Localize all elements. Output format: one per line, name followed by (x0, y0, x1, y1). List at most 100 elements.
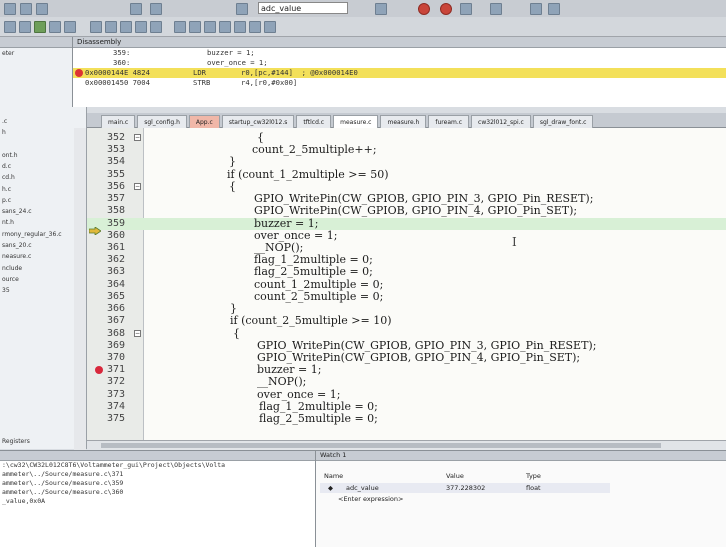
step-out-icon[interactable] (64, 20, 76, 33)
editor-vertical-scrollbar[interactable] (74, 128, 86, 450)
call-stack-icon[interactable] (150, 20, 162, 33)
step-into-icon[interactable] (34, 20, 46, 33)
code-line[interactable]: 363 flag_2_5multiple = 0; (87, 266, 726, 278)
line-number: 360 (107, 229, 126, 241)
system-viewer-icon[interactable] (249, 20, 261, 33)
output-line: :\cw32\CW32L012C8T6\Voltammeter_gui\Proj… (2, 461, 226, 469)
code-editor[interactable]: I 352−{353 count_2_5multiple++; 354} 355 if … (87, 128, 726, 440)
disassembly-current-line[interactable]: 0x0000144E 4824 LDR r0,[pc,#144] ; @0x0000… (73, 68, 726, 78)
target-icon[interactable] (236, 3, 248, 15)
expand-icon[interactable]: ◆ (328, 484, 333, 492)
menu-toolbar: adc_value (0, 0, 726, 18)
tab-file[interactable]: measure.h (380, 115, 427, 129)
code-line[interactable]: 361 __NOP(); (87, 241, 726, 254)
command-panel-header (0, 451, 315, 461)
watch-row[interactable]: ◆ adc_value 377.228302 float (320, 483, 610, 493)
code-text: over_once = 1; (257, 387, 341, 401)
disassembly-window-icon[interactable] (105, 20, 117, 33)
tab-file[interactable]: fuream.c (428, 115, 470, 129)
project-tree-item[interactable]: .c (0, 116, 86, 127)
code-line[interactable]: 362 flag_1_2multiple = 0; (87, 254, 726, 266)
code-line[interactable]: 359 buzzer = 1; (87, 217, 726, 236)
find-combo[interactable]: adc_value (258, 2, 348, 14)
watch-enter-expression[interactable]: <Enter expression> (338, 495, 403, 503)
code-line[interactable]: 368− { (87, 327, 726, 340)
serial-window-icon[interactable] (204, 20, 216, 33)
code-line[interactable]: 373 over_once = 1; (87, 387, 726, 401)
breakpoint-icon[interactable] (418, 3, 430, 15)
editor-tabs: main.c sgl_config.h App.c startup_cw32l012.… (87, 113, 726, 129)
code-line[interactable]: 352 − { (87, 132, 726, 144)
code-line[interactable]: 354} (87, 156, 726, 168)
code-text: flag_2_5multiple = 0; (259, 412, 378, 426)
registers-tab[interactable]: Registers (0, 436, 30, 447)
trace-window-icon[interactable] (234, 20, 246, 33)
line-number: 352 (107, 132, 126, 143)
command-output-panel: :\cw32\CW32L012C8T6\Voltammeter_gui\Proj… (0, 450, 315, 547)
code-line[interactable]: 374 flag_1_2multiple = 0; (87, 400, 726, 413)
line-number: 369 (107, 339, 126, 351)
watch-row[interactable]: <Enter expression> (320, 494, 610, 504)
fold-toggle-icon[interactable]: − (134, 329, 141, 337)
line-number: 371 (107, 364, 126, 376)
watch-value[interactable]: 377.228302 (446, 484, 485, 492)
breakpoint-icon[interactable] (95, 366, 103, 375)
code-line[interactable]: 375 flag_2_5multiple = 0; (87, 413, 726, 425)
line-number: 374 (107, 400, 126, 412)
code-line[interactable]: 364 count_1_2multiple = 0; (87, 278, 726, 291)
memory-window-icon[interactable] (189, 20, 201, 33)
tab-file[interactable]: startup_cw32l012.s (221, 115, 295, 129)
code-line[interactable]: 367 if (count_2_5multiple >= 10) (87, 315, 726, 327)
fold-toggle-icon[interactable]: − (134, 134, 141, 141)
debug-icon[interactable] (375, 3, 387, 15)
line-number: 358 (107, 205, 126, 217)
code-line[interactable]: 365 count_2_5multiple = 0; (87, 290, 726, 303)
save-icon[interactable] (36, 3, 48, 15)
tab-file[interactable]: sgl_config.h (137, 115, 187, 129)
toolbox-icon[interactable] (264, 20, 276, 33)
command-window-icon[interactable] (90, 20, 102, 33)
tab-file[interactable]: measure.c (333, 115, 379, 129)
reset-icon[interactable] (4, 20, 16, 33)
bookmark-icon[interactable] (150, 3, 162, 15)
analysis-window-icon[interactable] (219, 20, 231, 33)
view-icon[interactable] (490, 3, 502, 15)
disassembly-line[interactable]: 0x00001450 7004 STRB r4,[r0,#0x00] (73, 78, 726, 88)
current-instruction-icon (75, 69, 83, 77)
registers-window-icon[interactable] (135, 20, 147, 33)
tab-file[interactable]: App.c (188, 115, 220, 129)
tab-file[interactable]: main.c (101, 115, 136, 129)
symbols-window-icon[interactable] (120, 20, 132, 33)
code-line[interactable]: 358 GPIO_WritePin(CW_GPIOB, GPIO_PIN_4, G… (87, 205, 726, 217)
code-line[interactable]: 372 __NOP(); (87, 376, 726, 388)
step-icon[interactable] (460, 3, 472, 15)
step-over-icon[interactable] (49, 20, 61, 33)
line-number: 368 (107, 327, 126, 339)
code-line[interactable]: 371 buzzer = 1; (87, 364, 726, 376)
watch-window-icon[interactable] (174, 20, 186, 33)
code-text: flag_2_5multiple = 0; (254, 265, 373, 279)
find-icon[interactable] (130, 3, 142, 15)
code-line[interactable]: 355 if (count_1_2multiple >= 50) (87, 168, 726, 181)
tab-file[interactable]: tftlcd.c (296, 115, 332, 129)
settings-icon[interactable] (530, 3, 542, 15)
wrench-icon[interactable] (548, 3, 560, 15)
code-line[interactable]: 370 GPIO_WritePin(CW_GPIOB, GPIO_PIN_4, G… (87, 351, 726, 364)
code-text: GPIO_WritePin(CW_GPIOB, GPIO_PIN_4, GPIO… (254, 204, 578, 218)
line-number: 356 (107, 180, 126, 192)
code-line[interactable]: 353 count_2_5multiple++; (87, 144, 726, 156)
file-icon[interactable] (4, 3, 16, 15)
tab-file[interactable]: cw32l012_spi.c (471, 115, 531, 129)
watch-header-value: Value (446, 472, 464, 480)
code-line[interactable]: 360 over_once = 1; (87, 229, 726, 242)
code-text: flag_1_2multiple = 0; (254, 253, 373, 267)
code-text: __NOP(); (257, 375, 307, 389)
scrollbar-thumb[interactable] (101, 443, 661, 448)
tab-file[interactable]: sgl_draw_font.c (532, 115, 594, 129)
stop-icon[interactable] (440, 3, 452, 15)
open-icon[interactable] (20, 3, 32, 15)
fold-toggle-icon[interactable]: − (134, 182, 141, 190)
code-line[interactable]: 366} (87, 303, 726, 315)
run-icon[interactable] (19, 20, 31, 33)
disassembly-title: Disassembly (73, 37, 726, 48)
